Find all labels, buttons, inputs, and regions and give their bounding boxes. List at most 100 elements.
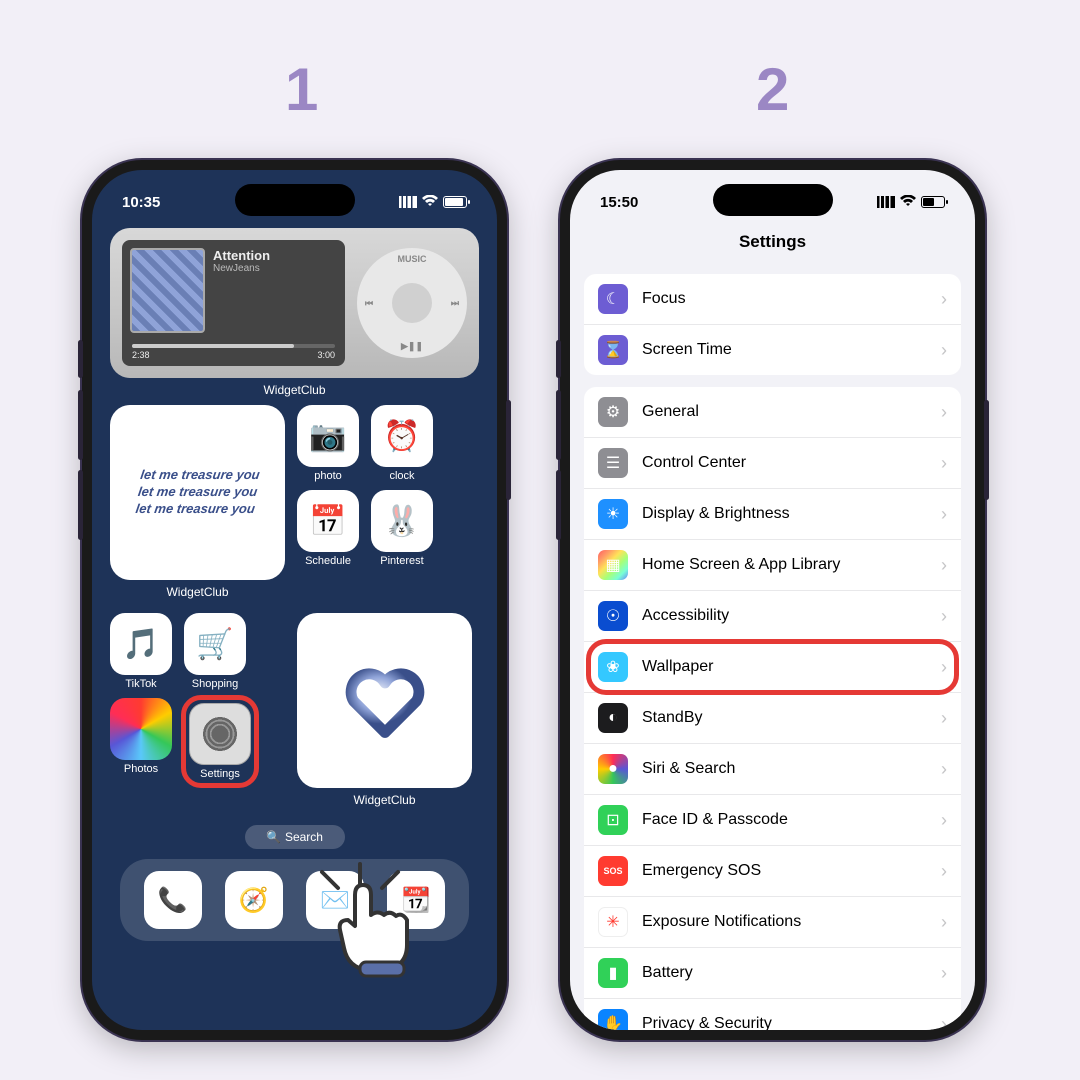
wheel-label: MUSIC (398, 254, 427, 264)
app-shopping[interactable]: 🛒 Shopping (184, 613, 246, 690)
page-title: Settings (570, 218, 975, 262)
sun-icon: ☀ (598, 499, 628, 529)
chevron-right-icon: › (941, 340, 947, 361)
sos-icon: SOS (598, 856, 628, 886)
signal-icon (399, 196, 417, 208)
settings-row-label: Privacy & Security (642, 1015, 927, 1030)
next-icon[interactable]: ⏭ (451, 298, 459, 309)
track-total: 3:00 (317, 350, 335, 360)
person-icon: ☉ (598, 601, 628, 631)
settings-row-label: StandBy (642, 709, 927, 727)
settings-row-label: Display & Brightness (642, 505, 927, 523)
track-title: Attention (213, 248, 337, 263)
settings-row-label: Screen Time (642, 341, 927, 359)
dock-mail-icon[interactable]: ✉️ (306, 871, 364, 929)
app-label: Pinterest (380, 555, 423, 567)
settings-row-label: Face ID & Passcode (642, 811, 927, 829)
settings-row-exposure-notifications[interactable]: ✳Exposure Notifications› (584, 897, 961, 948)
search-button[interactable]: 🔍 Search (245, 825, 345, 849)
album-art (130, 248, 205, 333)
heart-widget[interactable] (297, 613, 472, 788)
settings-icon (189, 703, 251, 765)
chevron-right-icon: › (941, 657, 947, 678)
app-tiktok[interactable]: 🎵 TikTok (110, 613, 172, 690)
settings-row-wallpaper[interactable]: ❀ Wallpaper › (584, 642, 961, 693)
signal-icon (877, 196, 895, 208)
text-widget[interactable]: let me treasure you let me treasure you … (110, 405, 285, 580)
settings-row-label: Exposure Notifications (642, 913, 927, 931)
settings-row-privacy-security[interactable]: ✋ Privacy & Security › (584, 999, 961, 1030)
chevron-right-icon: › (941, 708, 947, 729)
app-label: Settings (200, 768, 240, 780)
track-elapsed: 2:38 (132, 350, 150, 360)
step-number-1: 1 (285, 55, 318, 124)
dock-safari-icon[interactable]: 🧭 (225, 871, 283, 929)
settings-row-siri-search[interactable]: ●Siri & Search› (584, 744, 961, 795)
app-label: photo (314, 470, 342, 482)
moon-icon: ☾ (598, 284, 628, 314)
battery-icon: ▮ (598, 958, 628, 988)
play-icon[interactable]: ▶❚❚ (401, 341, 423, 352)
wifi-icon (900, 194, 916, 211)
prev-icon[interactable]: ⏮ (365, 298, 373, 309)
widget-label: WidgetClub (297, 793, 472, 807)
step-number-2: 2 (756, 55, 789, 124)
flower-icon: ❀ (598, 652, 628, 682)
app-photos[interactable]: Photos (110, 698, 172, 785)
chevron-right-icon: › (941, 1014, 947, 1031)
music-widget[interactable]: Attention NewJeans 2:38 3:00 MUSIC ⏮ ⏭ ▶… (110, 228, 479, 378)
settings-row-control-center[interactable]: ☰Control Center› (584, 438, 961, 489)
chevron-right-icon: › (941, 810, 947, 831)
chevron-right-icon: › (941, 861, 947, 882)
chevron-right-icon: › (941, 606, 947, 627)
app-settings[interactable]: Settings (181, 695, 259, 788)
standby-icon: ◐ (598, 703, 628, 733)
settings-row-label: Siri & Search (642, 760, 927, 778)
settings-row-focus[interactable]: ☾ Focus › (584, 274, 961, 325)
virus-icon: ✳ (598, 907, 628, 937)
status-time: 10:35 (122, 194, 160, 211)
settings-row-emergency-sos[interactable]: SOS Emergency SOS › (584, 846, 961, 897)
chevron-right-icon: › (941, 963, 947, 984)
settings-row-battery[interactable]: ▮ Battery › (584, 948, 961, 999)
dock-phone-icon[interactable]: 📞 (144, 871, 202, 929)
settings-row-label: Accessibility (642, 607, 927, 625)
settings-row-label: Emergency SOS (642, 862, 927, 880)
chevron-right-icon: › (941, 453, 947, 474)
app-schedule[interactable]: 📅 Schedule (297, 490, 359, 567)
settings-row-label: Battery (642, 964, 927, 982)
chevron-right-icon: › (941, 504, 947, 525)
settings-row-general[interactable]: ⚙General› (584, 387, 961, 438)
settings-row-label: Focus (642, 290, 927, 308)
settings-row-label: Control Center (642, 454, 927, 472)
settings-group: ⚙General›☰Control Center›☀Display & Brig… (584, 387, 961, 1030)
chevron-right-icon: › (941, 555, 947, 576)
gear-icon: ⚙ (598, 397, 628, 427)
grid-icon: ▦ (598, 550, 628, 580)
widget-label: WidgetClub (110, 383, 479, 397)
app-label: Photos (124, 763, 158, 775)
settings-row-accessibility[interactable]: ☉ Accessibility › (584, 591, 961, 642)
track-artist: NewJeans (213, 263, 337, 274)
chevron-right-icon: › (941, 289, 947, 310)
settings-row-face-id-passcode[interactable]: ⊡ Face ID & Passcode › (584, 795, 961, 846)
battery-icon (443, 196, 467, 208)
hand-icon: ✋ (598, 1009, 628, 1030)
settings-row-screen-time[interactable]: ⌛Screen Time› (584, 325, 961, 375)
app-pinterest[interactable]: 🐰 Pinterest (371, 490, 433, 567)
chevron-right-icon: › (941, 759, 947, 780)
ipod-wheel[interactable]: MUSIC ⏮ ⏭ ▶❚❚ (357, 248, 467, 358)
dynamic-island (713, 184, 833, 216)
settings-row-home-screen-app-library[interactable]: ▦ Home Screen & App Library › (584, 540, 961, 591)
settings-row-label: Wallpaper (642, 658, 927, 676)
app-label: Schedule (305, 555, 351, 567)
settings-group: ☾Focus›⌛Screen Time› (584, 274, 961, 375)
search-label: Search (285, 830, 323, 844)
app-photo[interactable]: 📷 photo (297, 405, 359, 482)
dock-calendar-icon[interactable]: 📆 (387, 871, 445, 929)
settings-row-label: Home Screen & App Library (642, 556, 927, 574)
app-clock[interactable]: ⏰ clock (371, 405, 433, 482)
settings-row-display-brightness[interactable]: ☀ Display & Brightness › (584, 489, 961, 540)
settings-row-standby[interactable]: ◐ StandBy › (584, 693, 961, 744)
faceid-icon: ⊡ (598, 805, 628, 835)
